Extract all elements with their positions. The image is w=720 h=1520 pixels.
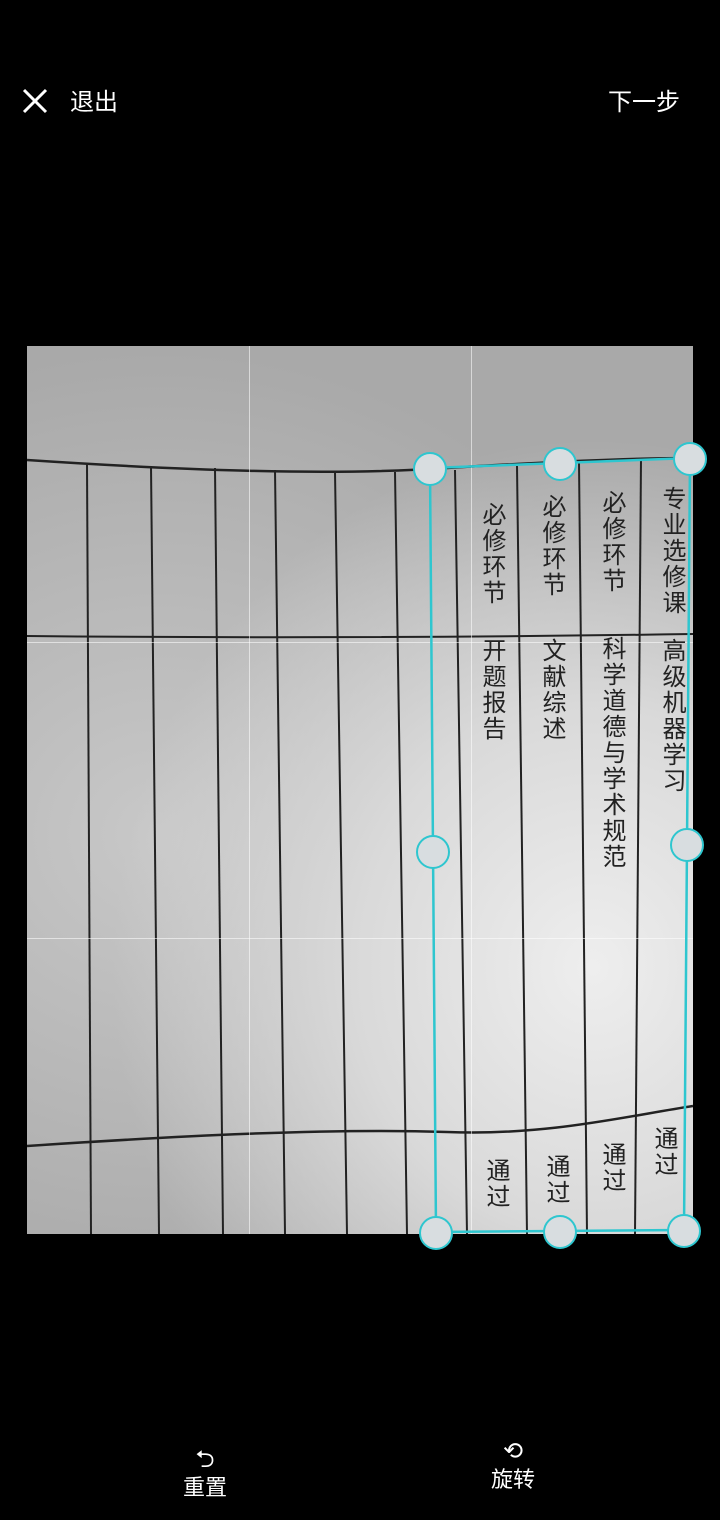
rotate-button[interactable]: ⟲ 旋转: [473, 1436, 553, 1496]
crop-frame[interactable]: [27, 346, 693, 1234]
rotate-label: 旋转: [490, 1468, 535, 1493]
crop-handle-top-right[interactable]: [673, 442, 707, 476]
crop-handle-right-mid[interactable]: [670, 828, 704, 862]
crop-handle-top-left[interactable]: [413, 452, 447, 486]
crop-handle-top-mid[interactable]: [543, 447, 577, 481]
crop-handle-left-mid[interactable]: [416, 835, 450, 869]
reset-label: 重置: [182, 1476, 227, 1501]
top-bar: 退出 下一步: [0, 0, 720, 200]
undo-arrow-icon: ⮌: [195, 1445, 215, 1473]
crop-handle-bottom-mid[interactable]: [543, 1215, 577, 1249]
crop-handle-bottom-left[interactable]: [419, 1216, 453, 1250]
reset-button[interactable]: ⮌ 重置: [165, 1444, 245, 1504]
bottom-toolbar: ⮌ 重置 ⟲ 旋转: [0, 1400, 720, 1520]
close-icon[interactable]: [18, 84, 52, 118]
exit-button[interactable]: 退出: [70, 86, 118, 118]
next-step-button[interactable]: 下一步: [608, 86, 680, 118]
rotate-icon: ⟲: [502, 1437, 524, 1465]
document-photo: 专业选修课 高级机器学习 通过 必修环节 科学道德与学术规范 通过 必修环节 文…: [27, 346, 693, 1234]
crop-handle-bottom-right[interactable]: [667, 1214, 701, 1248]
